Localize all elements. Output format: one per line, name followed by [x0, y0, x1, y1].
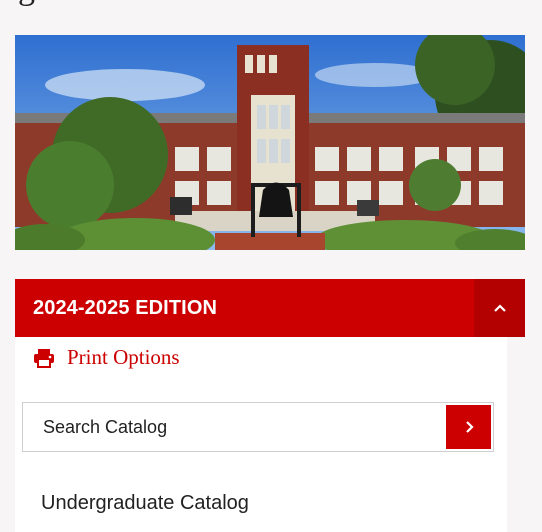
page-title-fragment: g: [18, 0, 218, 6]
search-submit-button[interactable]: [446, 405, 491, 449]
print-icon: [33, 348, 55, 368]
print-options-label: Print Options: [67, 345, 180, 369]
search-form: [22, 402, 494, 452]
search-input[interactable]: [23, 403, 448, 451]
chevron-up-icon: [493, 303, 507, 313]
edition-toggle-button[interactable]: [474, 279, 525, 337]
catalog-nav-panel: Print Options Undergraduate Catalog: [15, 337, 507, 532]
chevron-right-icon: [464, 420, 474, 434]
print-options-link[interactable]: Print Options: [33, 345, 180, 370]
campus-building-photo: [15, 35, 525, 250]
edition-bar[interactable]: 2024-2025 EDITION: [15, 279, 525, 337]
nav-item-undergraduate-catalog[interactable]: Undergraduate Catalog: [41, 492, 249, 515]
edition-label: 2024-2025 EDITION: [33, 296, 218, 319]
